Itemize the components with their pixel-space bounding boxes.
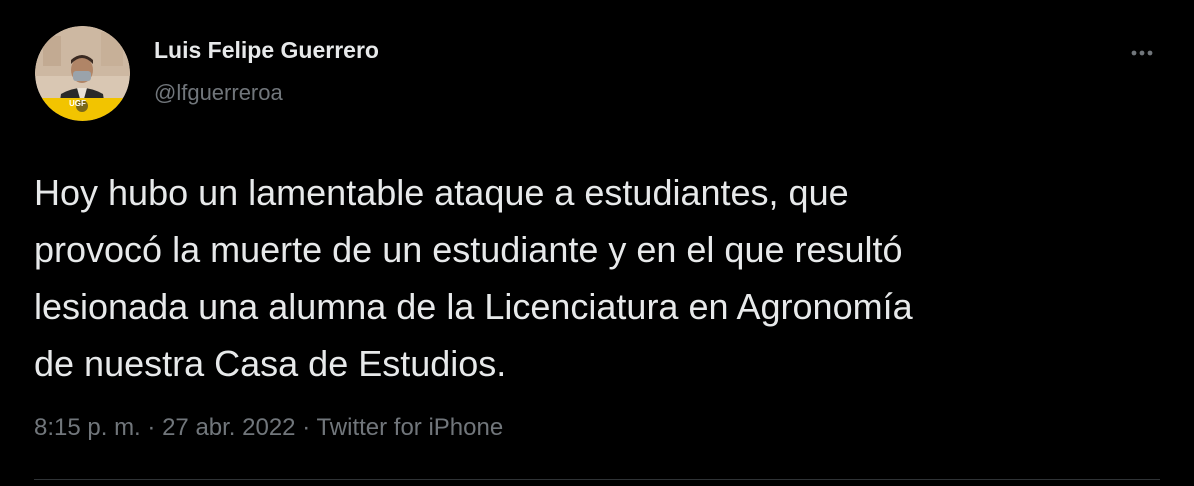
avatar[interactable]: UGF	[35, 26, 130, 121]
tweet-text-line: Hoy hubo un lamentable ataque a estudian…	[34, 172, 849, 213]
avatar-badge-text: UGF	[69, 99, 86, 108]
tweet-text: Hoy hubo un lamentable ataque a estudian…	[34, 164, 1164, 392]
tweet-card: UGF Luis Felipe Guerrero @lfguerreroa Ho…	[0, 0, 1194, 486]
author-display-name[interactable]: Luis Felipe Guerrero	[154, 37, 379, 64]
tweet-text-line: provocó la muerte de un estudiante y en …	[34, 229, 903, 270]
divider	[34, 479, 1160, 480]
more-options-button[interactable]	[1124, 38, 1160, 68]
author-handle[interactable]: @lfguerreroa	[154, 80, 283, 106]
meta-separator: ·	[147, 414, 156, 441]
meta-separator: ·	[302, 414, 311, 441]
tweet-text-line: de nuestra Casa de Estudios.	[34, 343, 507, 384]
tweet-meta: 8:15 p. m. · 27 abr. 2022 · Twitter for …	[34, 414, 503, 442]
tweet-date[interactable]: 27 abr. 2022	[162, 414, 295, 441]
more-horizontal-icon	[1131, 50, 1153, 56]
tweet-time[interactable]: 8:15 p. m.	[34, 414, 141, 441]
tweet-source[interactable]: Twitter for iPhone	[316, 414, 503, 441]
tweet-text-line: lesionada una alumna de la Licenciatura …	[34, 286, 913, 327]
